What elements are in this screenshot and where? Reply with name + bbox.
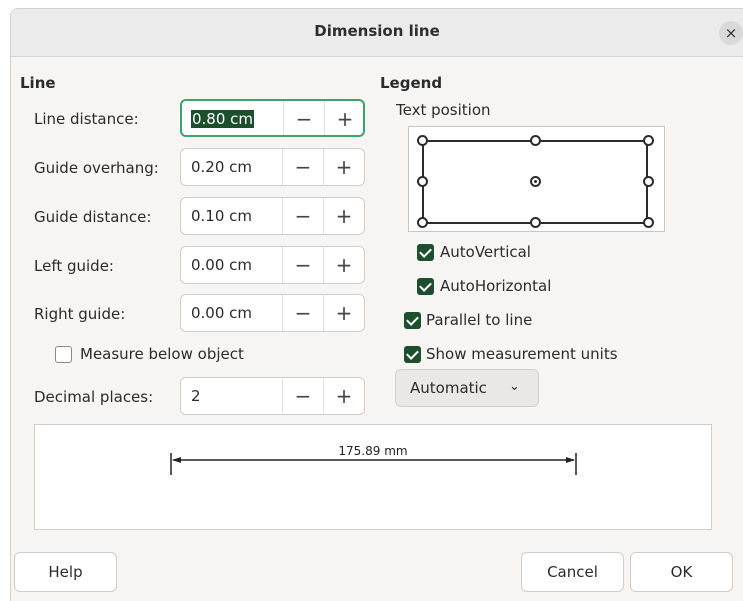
legend-heading: Legend (380, 74, 443, 92)
guide-overhang-spinbox[interactable]: 0.20 cm − + (180, 148, 365, 186)
guide-overhang-label: Guide overhang: (34, 159, 159, 177)
position-bottom-right-radio[interactable] (643, 217, 654, 228)
measurement-text: 175.89 mm (338, 444, 408, 458)
text-position-label: Text position (396, 101, 491, 119)
parallel-to-line-label[interactable]: Parallel to line (426, 311, 532, 329)
left-guide-spinbox[interactable]: 0.00 cm − + (180, 246, 365, 284)
show-units-checkbox[interactable] (404, 346, 421, 363)
decimal-places-decrement-button[interactable]: − (283, 384, 323, 408)
measure-below-label[interactable]: Measure below object (80, 345, 244, 363)
decimal-places-label: Decimal places: (34, 388, 154, 406)
left-guide-increment-button[interactable]: + (324, 253, 364, 277)
right-guide-spinbox[interactable]: 0.00 cm − + (180, 294, 365, 332)
autovertical-checkbox[interactable] (417, 244, 434, 261)
line-distance-decrement-button[interactable]: − (284, 107, 324, 131)
parallel-to-line-checkbox[interactable] (404, 312, 421, 329)
right-guide-decrement-button[interactable]: − (283, 301, 323, 325)
show-units-label[interactable]: Show measurement units (426, 345, 618, 363)
guide-distance-label: Guide distance: (34, 208, 152, 226)
position-bottom-left-radio[interactable] (417, 217, 428, 228)
left-guide-decrement-button[interactable]: − (283, 253, 323, 277)
line-distance-spinbox[interactable]: 0.80 cm − + (180, 99, 365, 137)
ok-button[interactable]: OK (630, 552, 733, 592)
right-guide-value[interactable]: 0.00 cm (191, 304, 252, 322)
chevron-down-icon: ⌄ (509, 379, 520, 394)
autohorizontal-label[interactable]: AutoHorizontal (440, 277, 551, 295)
line-distance-value[interactable]: 0.80 cm (191, 110, 255, 128)
decimal-places-spinbox[interactable]: 2 − + (180, 377, 365, 415)
cancel-button[interactable]: Cancel (521, 552, 624, 592)
guide-distance-increment-button[interactable]: + (324, 204, 364, 228)
guide-distance-value[interactable]: 0.10 cm (191, 207, 252, 225)
guide-overhang-increment-button[interactable]: + (324, 155, 364, 179)
left-guide-label: Left guide: (34, 257, 114, 275)
measurement-unit-dropdown[interactable]: Automatic ⌄ (395, 369, 539, 407)
measure-below-checkbox[interactable] (55, 346, 72, 363)
right-guide-label: Right guide: (34, 305, 126, 323)
line-heading: Line (20, 74, 56, 92)
position-top-left-radio[interactable] (417, 135, 428, 146)
unit-dropdown-value: Automatic (410, 379, 487, 397)
dialog-title: Dimension line (314, 22, 440, 40)
autohorizontal-checkbox[interactable] (417, 278, 434, 295)
line-distance-label: Line distance: (34, 110, 139, 128)
guide-overhang-decrement-button[interactable]: − (283, 155, 323, 179)
position-top-right-radio[interactable] (643, 135, 654, 146)
guide-distance-decrement-button[interactable]: − (283, 204, 323, 228)
close-button[interactable]: × (719, 21, 743, 45)
dimension-preview: 175.89 mm (34, 424, 712, 530)
position-bottom-center-radio[interactable] (530, 217, 541, 228)
decimal-places-increment-button[interactable]: + (324, 384, 364, 408)
autovertical-label[interactable]: AutoVertical (440, 243, 531, 261)
title-bar: Dimension line × (11, 9, 743, 57)
left-guide-value[interactable]: 0.00 cm (191, 256, 252, 274)
right-guide-increment-button[interactable]: + (324, 301, 364, 325)
guide-overhang-value[interactable]: 0.20 cm (191, 158, 252, 176)
help-button[interactable]: Help (14, 552, 117, 592)
guide-distance-spinbox[interactable]: 0.10 cm − + (180, 197, 365, 235)
line-distance-increment-button[interactable]: + (325, 107, 365, 131)
text-position-selector[interactable] (408, 126, 665, 232)
close-icon: × (724, 24, 738, 42)
position-top-center-radio[interactable] (530, 135, 541, 146)
decimal-places-value[interactable]: 2 (191, 387, 201, 405)
position-middle-right-radio[interactable] (643, 176, 654, 187)
position-middle-left-radio[interactable] (417, 176, 428, 187)
dimension-line-preview (170, 453, 577, 475)
position-center-radio[interactable] (530, 176, 541, 187)
